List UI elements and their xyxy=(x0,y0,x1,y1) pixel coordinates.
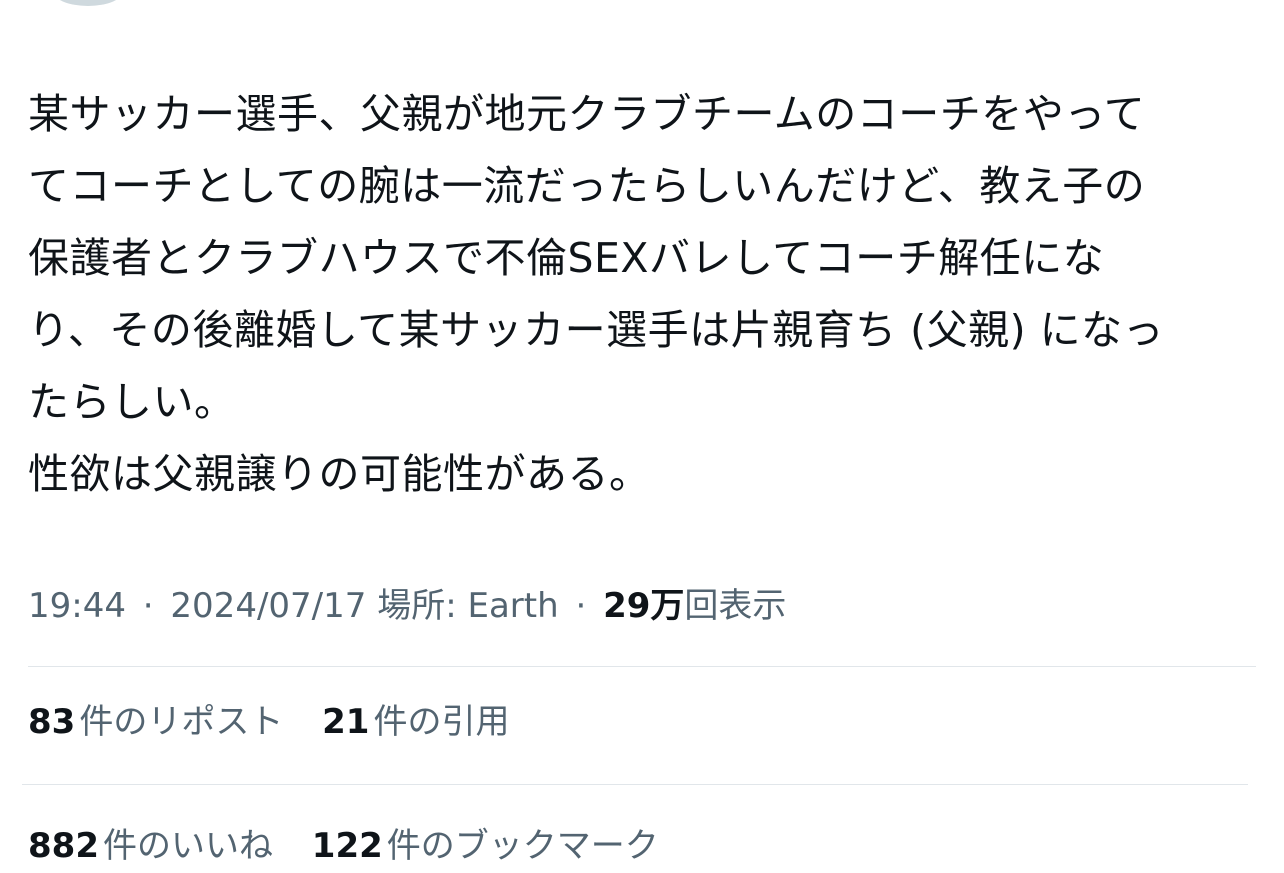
quotes-stat[interactable]: 21 件の引用 xyxy=(322,699,509,745)
reposts-stat[interactable]: 83 件のリポスト xyxy=(28,699,283,745)
tweet-date[interactable]: 2024/07/17 xyxy=(170,586,366,626)
tweet-text-line: 性欲は父親譲りの可能性がある。 xyxy=(28,450,651,498)
tweet-location: 場所: Earth xyxy=(377,586,559,626)
tweet-text-line: 某サッカー選手、父親が地元クラブチームのコーチをやって xyxy=(28,90,1146,138)
divider xyxy=(22,784,1248,785)
reposts-count: 83 xyxy=(28,702,76,742)
views-label: 回表示 xyxy=(684,586,787,626)
views-count[interactable]: 29万 xyxy=(603,586,684,626)
bookmarks-label: 件のブックマーク xyxy=(386,826,659,866)
quotes-label: 件の引用 xyxy=(373,702,510,742)
tweet-text-line: り、その後離婚して某サッカー選手は片親育ち (父親) になっ xyxy=(28,306,1165,354)
divider xyxy=(28,666,1256,667)
quotes-count: 21 xyxy=(322,702,370,742)
avatar[interactable] xyxy=(52,0,124,6)
engagement-row-reposts-quotes: 83 件のリポスト 21 件の引用 xyxy=(28,699,537,745)
bookmarks-stat[interactable]: 122 件のブックマーク xyxy=(312,823,659,869)
likes-label: 件のいいね xyxy=(102,826,273,866)
tweet-text: 某サッカー選手、父親が地元クラブチームのコーチをやって てコーチとしての腕は一流… xyxy=(28,78,1258,510)
meta-separator: · xyxy=(142,586,154,626)
likes-stat[interactable]: 882 件のいいね xyxy=(28,823,273,869)
tweet-text-line: たらしい。 xyxy=(28,378,236,426)
meta-separator: · xyxy=(575,586,587,626)
likes-count: 882 xyxy=(28,826,99,866)
reposts-label: 件のリポスト xyxy=(79,702,284,742)
tweet-text-line: 保護者とクラブハウスで不倫SEXバレしてコーチ解任にな xyxy=(28,234,1105,282)
tweet-meta: 19:44 · 2024/07/17 場所: Earth · 29万回表示 xyxy=(28,583,786,629)
engagement-row-likes-bookmarks: 882 件のいいね 122 件のブックマーク xyxy=(28,823,687,869)
tweet-text-line: てコーチとしての腕は一流だったらしいんだけど、教え子の xyxy=(28,162,1146,210)
tweet-time[interactable]: 19:44 xyxy=(28,586,126,626)
bookmarks-count: 122 xyxy=(311,826,383,866)
